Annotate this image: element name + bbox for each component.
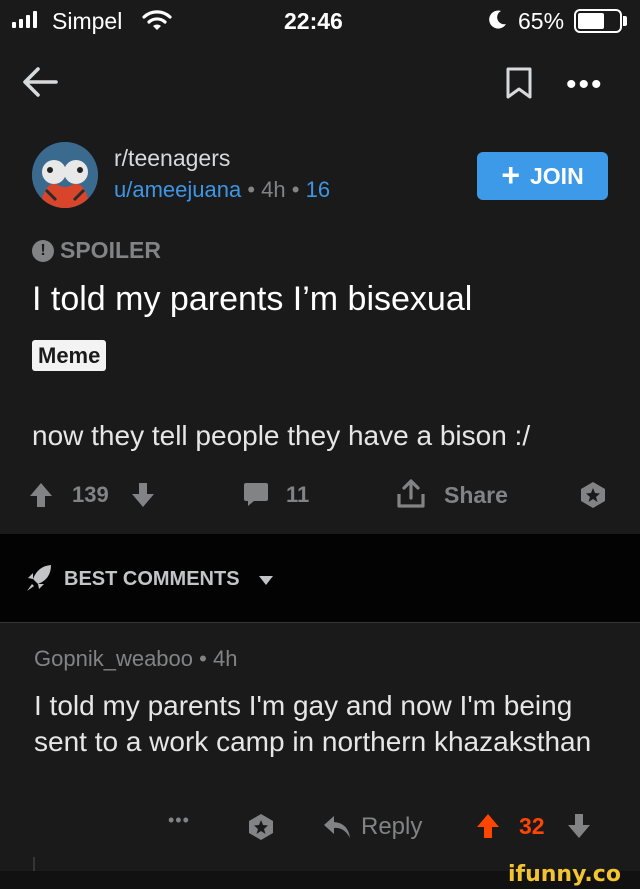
battery-percentage: 65% — [518, 8, 565, 34]
upvote-arrow-icon[interactable] — [28, 481, 54, 509]
reply-arrow-icon[interactable] — [322, 813, 352, 841]
wifi-icon — [142, 10, 172, 30]
subreddit-avatar-image — [32, 142, 98, 208]
award-icon[interactable] — [578, 480, 608, 510]
upvote-arrow-icon[interactable] — [475, 812, 501, 840]
signal-strength-icon — [12, 10, 37, 28]
chevron-down-icon[interactable] — [258, 574, 274, 586]
subreddit-name[interactable]: r/teenagers — [114, 145, 230, 172]
status-time: 22:46 — [284, 8, 343, 34]
carrier-name: Simpel — [52, 8, 123, 34]
comment-meta: Gopnik_weaboo • 4h — [34, 646, 237, 672]
comment-time: 4h — [212, 646, 238, 671]
arrow-left-icon[interactable] — [20, 62, 60, 102]
ifunny-watermark: ifunny.co — [508, 862, 621, 887]
subreddit-avatar[interactable] — [32, 142, 98, 208]
comment-author[interactable]: Gopnik_weaboo — [34, 646, 193, 671]
comment-score: 32 — [519, 813, 545, 839]
post-comment-count[interactable]: 11 — [286, 482, 309, 508]
rocket-icon — [27, 565, 51, 591]
award-icon[interactable] — [246, 812, 276, 842]
divider — [0, 622, 640, 623]
post-body: now they tell people they have a bison :… — [32, 420, 531, 451]
post-title[interactable]: I told my parents I’m bisexual — [32, 280, 472, 319]
share-button[interactable]: Share — [444, 482, 508, 509]
status-bar: Simpel 22:46 65% — [0, 0, 640, 44]
post-flair[interactable]: Meme — [32, 340, 107, 371]
post-time: 4h — [261, 177, 286, 202]
share-icon[interactable] — [396, 478, 426, 510]
more-options-button[interactable]: ••• — [566, 68, 604, 102]
post-vote-count: 139 — [72, 482, 109, 507]
downvote-arrow-icon[interactable] — [566, 812, 592, 840]
post-author[interactable]: u/ameejuana — [114, 177, 241, 202]
join-label: JOIN — [530, 162, 584, 189]
comment-bubble-icon[interactable] — [242, 480, 270, 508]
post-meta: u/ameejuana • 4h • 16 — [114, 177, 330, 203]
downvote-arrow-icon[interactable] — [130, 481, 156, 509]
sort-label[interactable]: BEST COMMENTS — [64, 568, 240, 591]
battery-tip — [623, 16, 627, 26]
join-button[interactable]: + JOIN — [477, 152, 608, 200]
spoiler-label: SPOILER — [60, 237, 161, 263]
spoiler-tag: ! SPOILER — [32, 237, 161, 264]
post-points: 16 — [305, 177, 331, 202]
do-not-disturb-moon-icon — [489, 10, 506, 29]
meta-separator: • — [247, 177, 256, 202]
thread-line — [33, 857, 35, 871]
comment-body: I told my parents I'm gay and now I'm be… — [34, 690, 592, 757]
meta-separator: • — [199, 646, 207, 671]
exclamation-icon: ! — [32, 239, 54, 262]
plus-icon: + — [501, 156, 520, 193]
meta-separator: • — [291, 177, 300, 202]
battery-icon — [574, 9, 622, 33]
reply-button[interactable]: Reply — [361, 813, 422, 841]
comment-more-button[interactable]: ••• — [168, 810, 190, 831]
bookmark-icon[interactable] — [504, 66, 534, 100]
